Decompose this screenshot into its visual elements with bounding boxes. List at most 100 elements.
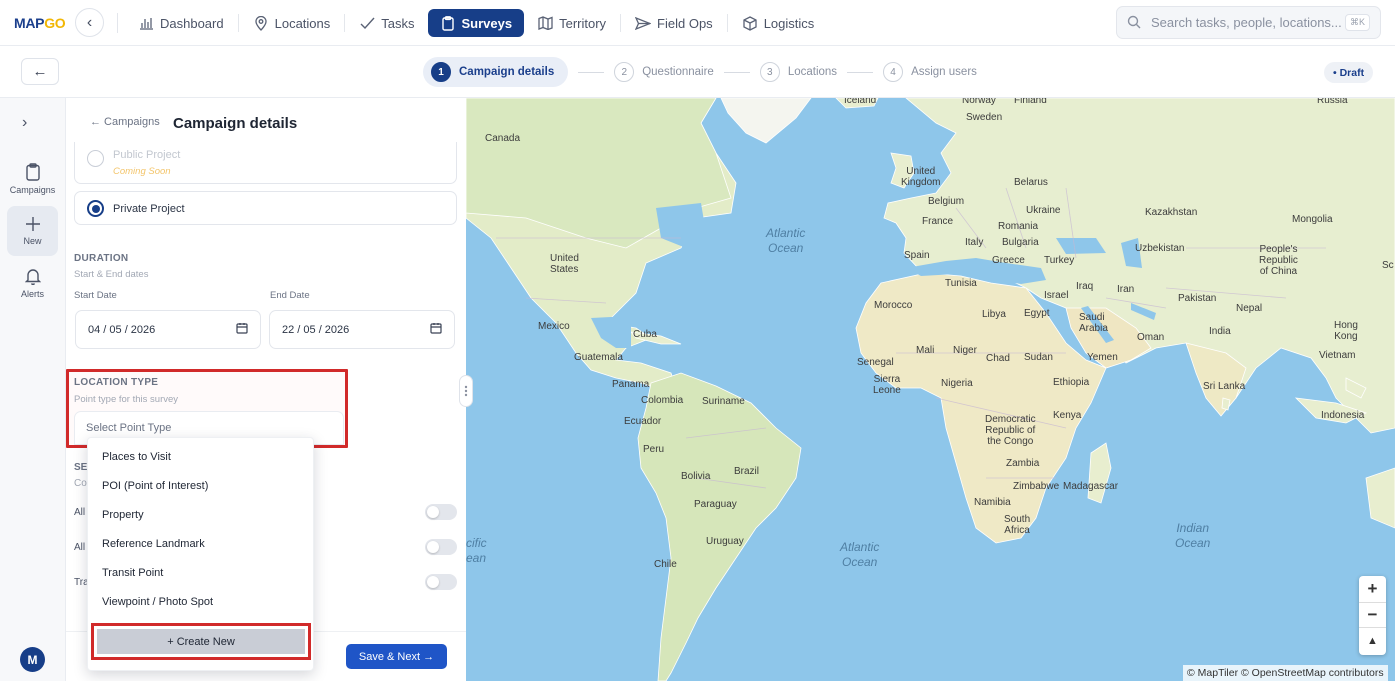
map-label: Oman [1137,332,1165,343]
map-label: Iceland [844,98,877,106]
divider [117,13,118,33]
point-type-dropdown: Places to Visit POI (Point of Interest) … [87,437,314,671]
map-label: Turkey [1044,255,1075,266]
map-label: Greece [992,255,1025,266]
duration-heading: DURATION [74,253,129,264]
map-label: Democratic Republic of the Congo [985,414,1036,447]
clipboard-icon [440,15,456,31]
map-label: Saudi Arabia [1079,312,1108,334]
save-next-button[interactable]: Save & Next → [346,644,447,669]
map-label: Zimbabwe [1013,481,1060,492]
map-label: Colombia [641,395,684,406]
option-poi[interactable]: POI (Point of Interest) [102,480,208,492]
private-project-option[interactable]: Private Project [74,191,457,225]
map-label: Sweden [966,112,1003,123]
setting-toggle-3[interactable] [425,574,457,590]
map-label: Spain [904,250,930,261]
step-campaign-details[interactable]: 1 Campaign details [423,57,569,87]
pin-icon [253,15,269,31]
option-reference-landmark[interactable]: Reference Landmark [102,538,205,550]
map-label: Sri Lanka [1203,381,1246,392]
drag-dots-icon [464,385,468,397]
end-date-field[interactable]: 22 / 05 / 2026 [269,310,455,349]
map-view[interactable]: Iceland Norway Finland Russia Sweden Can… [466,98,1395,681]
map-icon [537,15,553,31]
nav-logistics[interactable]: Logistics [732,9,825,37]
map-label: Zambia [1006,458,1040,469]
bell-icon [24,269,41,285]
map-label: Suriname [702,396,745,407]
step-assign-users[interactable]: 4 Assign users [883,57,977,87]
map-label: Iraq [1076,281,1094,292]
map-label: Indian Ocean [1175,521,1211,550]
nav-field-ops[interactable]: Field Ops [625,9,723,37]
map-label: India [1209,326,1231,337]
map-label: Uruguay [706,536,744,547]
map-label: Atlantic Ocean [766,226,806,255]
avatar[interactable]: M [20,647,45,672]
map-label: Chad [986,353,1010,364]
setting-toggle-2[interactable] [425,539,457,555]
search-icon [1127,15,1143,31]
map-label: Ethiopia [1053,377,1090,388]
shortcut-badge: ⌘K [1344,14,1370,31]
step-questionnaire[interactable]: 2 Questionnaire [614,57,714,87]
calendar-icon[interactable] [236,322,248,337]
option-places-to-visit[interactable]: Places to Visit [102,451,171,463]
map-label: Mexico [538,321,570,332]
option-property[interactable]: Property [102,509,144,521]
coming-soon-note: Coming Soon [113,166,171,177]
panel-resize-handle[interactable] [459,375,473,407]
map-label: Belarus [1014,177,1048,188]
nav-tasks[interactable]: Tasks [349,9,424,37]
nav-back-button[interactable]: ‹ [75,8,104,37]
rail-expand-button[interactable]: › [22,114,27,132]
map-attribution[interactable]: © MapTiler © OpenStreetMap contributors [1183,665,1388,681]
map-label: Sc [1382,260,1394,271]
map-label: Kazakhstan [1145,207,1198,218]
map-label: South Africa [1004,514,1031,536]
stepper-bar: ← 1 Campaign details 2 Questionnaire 3 L… [0,46,1395,98]
global-search[interactable]: ⌘K [1116,6,1381,39]
start-date-field[interactable]: 04 / 05 / 2026 [75,310,261,349]
create-new-button[interactable]: + Create New [97,629,305,654]
map-label: Indonesia [1321,410,1365,421]
search-input[interactable] [1151,15,1341,30]
nav-locations[interactable]: Locations [243,9,341,37]
end-date-label: End Date [270,290,310,301]
private-project-radio[interactable] [87,200,104,217]
nav-surveys[interactable]: Surveys [427,9,525,37]
zoom-in-button[interactable]: + [1359,576,1386,602]
step-back-button[interactable]: ← [21,58,59,85]
zoom-out-button[interactable]: − [1359,602,1386,628]
page-title: Campaign details [173,115,298,132]
rail-alerts[interactable]: Alerts [7,258,58,308]
setting-row-2-label: All [74,542,86,553]
calendar-icon[interactable] [430,322,442,337]
settings-subtitle-partial: Co [74,478,87,489]
map-label: Niger [953,345,977,356]
map-label: People's Republic of China [1259,244,1298,277]
app-logo[interactable]: MAPGO [14,15,66,31]
map-label: Atlantic Ocean [840,540,880,569]
breadcrumb[interactable]: ← Campaigns [90,116,160,128]
box-icon [742,15,758,31]
step-locations[interactable]: 3 Locations [759,57,837,87]
map-label: Paraguay [694,499,737,510]
nav-territory[interactable]: Territory [527,9,616,37]
rail-campaigns[interactable]: Campaigns [7,154,58,204]
nav-dashboard[interactable]: Dashboard [128,9,234,37]
setting-row-1-label: All [74,507,86,518]
map-label: Hong Kong [1334,320,1358,342]
option-viewpoint[interactable]: Viewpoint / Photo Spot [102,596,213,608]
public-project-radio [87,150,104,167]
map-label: Bulgaria [1002,237,1039,248]
map-label: Kenya [1053,410,1082,421]
option-transit-point[interactable]: Transit Point [102,567,163,579]
setting-toggle-1[interactable] [425,504,457,520]
map-label: Uzbekistan [1135,243,1185,254]
map-label: Brazil [734,466,760,477]
map-label: Namibia [974,497,1011,508]
compass-north-button[interactable]: ▲ [1359,628,1386,654]
rail-new[interactable]: New [7,206,58,256]
